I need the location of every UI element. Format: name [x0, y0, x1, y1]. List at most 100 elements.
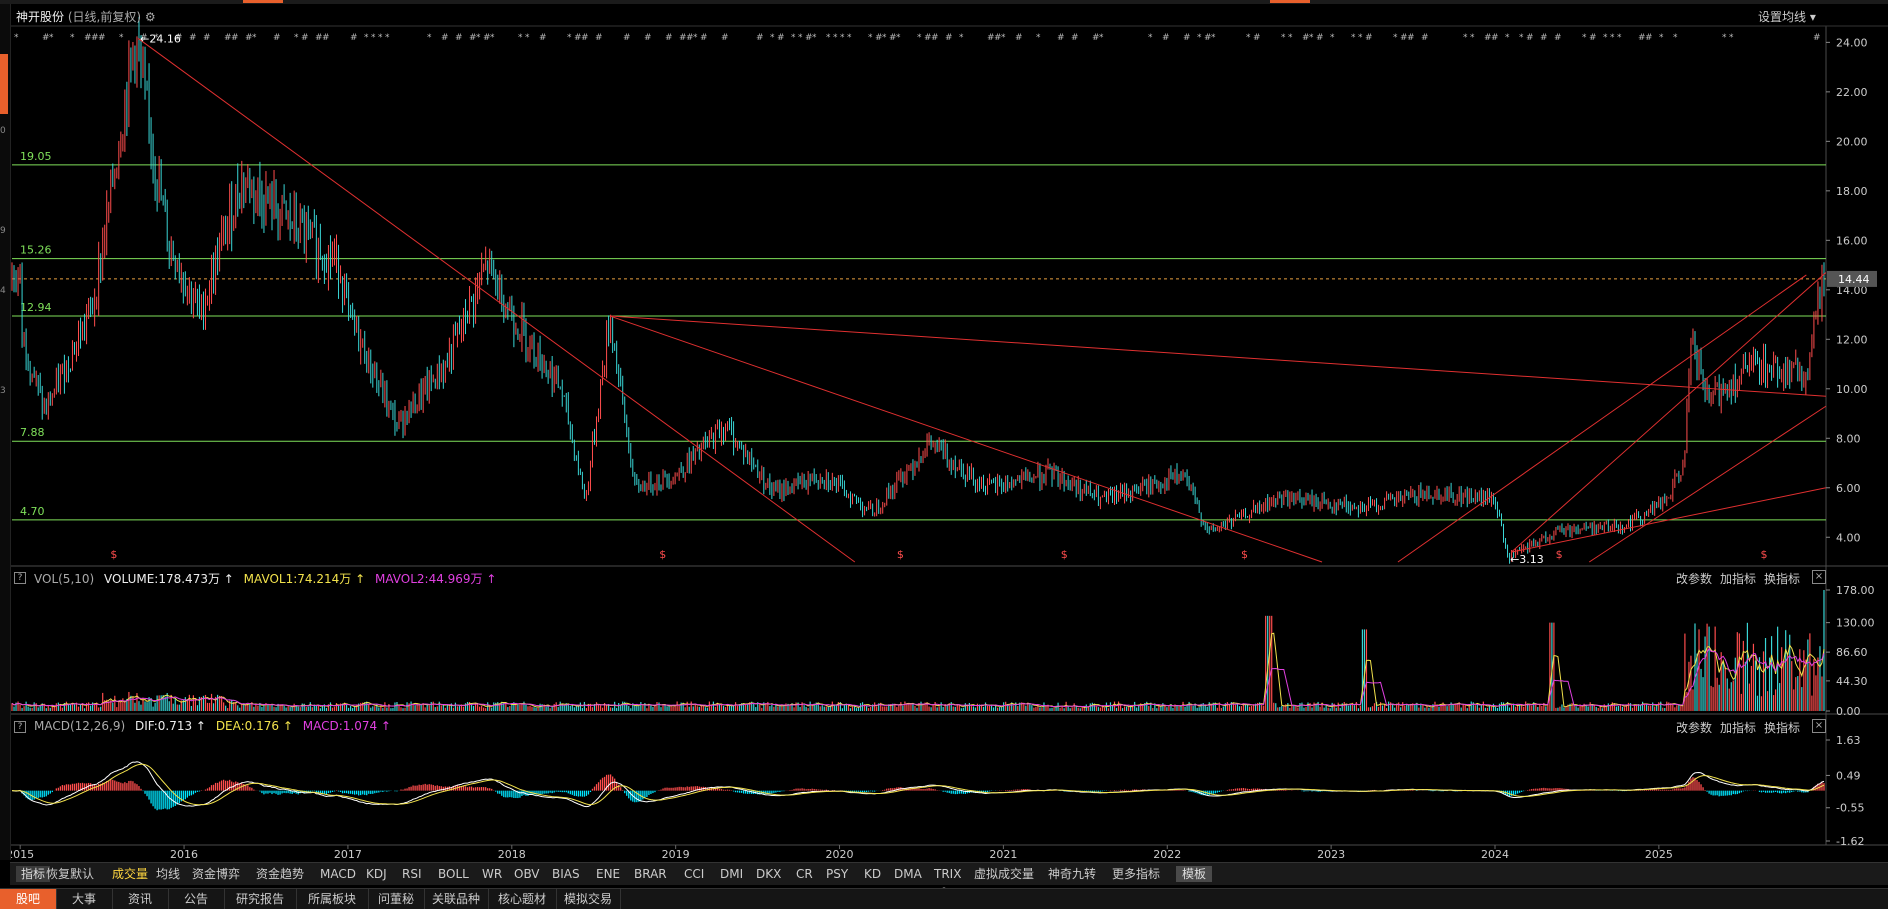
help-icon[interactable]: ?: [14, 721, 26, 733]
indicator-tab[interactable]: DMI: [720, 866, 743, 882]
svg-text:*: *: [833, 33, 838, 43]
macd-dea: DEA:0.176 ↑: [215, 719, 293, 733]
macd-add-indicator-button[interactable]: 加指标: [1720, 719, 1756, 736]
svg-text:*: *: [476, 33, 481, 43]
svg-text:*: *: [959, 33, 964, 43]
svg-text:#: #: [931, 33, 939, 43]
indicator-tab[interactable]: RSI: [402, 866, 422, 882]
vol-switch-indicator-button[interactable]: 换指标: [1764, 570, 1800, 587]
stock-name: 神开股份: [16, 10, 65, 24]
svg-text:*: *: [14, 33, 19, 43]
indicator-tab[interactable]: 均线: [156, 866, 180, 882]
indicator-tab[interactable]: KD: [864, 866, 881, 882]
bottom-tab-bar: 股吧 大事 资讯 公告 研究报告 所属板块 问董秘 关联品种 核心题材 模拟交易: [0, 888, 1888, 909]
indicator-tab[interactable]: CR: [796, 866, 813, 882]
bottom-tab[interactable]: 问董秘: [368, 889, 425, 909]
vol-mavol1: MAVOL1:74.214万 ↑: [243, 572, 366, 586]
set-ma-button[interactable]: 设置均线 ▾: [1758, 8, 1816, 25]
svg-text:#: #: [539, 33, 547, 43]
bottom-tab[interactable]: 模拟交易: [556, 889, 621, 909]
vol-change-params-button[interactable]: 改参数: [1676, 570, 1712, 587]
vol-close-icon[interactable]: ×: [1812, 570, 1826, 584]
indicator-tab[interactable]: MACD: [320, 866, 356, 882]
gear-icon[interactable]: ⚙: [145, 10, 156, 24]
indicator-tab[interactable]: 神奇九转: [1048, 866, 1096, 882]
indicator-tab[interactable]: CCI: [684, 866, 704, 882]
indicator-tab[interactable]: 更多指标: [1112, 866, 1160, 882]
bottom-tab[interactable]: 关联品种: [424, 889, 489, 909]
indicator-tab[interactable]: WR: [482, 866, 502, 882]
macd-switch-indicator-button[interactable]: 换指标: [1764, 719, 1800, 736]
bottom-tab[interactable]: 所属板块: [296, 889, 369, 909]
svg-text:*: *: [1393, 33, 1398, 43]
vol-volume: VOLUME:178.473万 ↑: [104, 572, 234, 586]
volume-bars: [11, 590, 1825, 711]
indicator-tab[interactable]: PSY: [826, 866, 848, 882]
trend-line: [137, 38, 856, 563]
indicator-tab[interactable]: BRAR: [634, 866, 667, 882]
dividend-marker: $: [1760, 548, 1767, 561]
bottom-tab[interactable]: 资讯: [112, 889, 169, 909]
svg-text:#: #: [777, 33, 785, 43]
bottom-tab[interactable]: 大事: [56, 889, 113, 909]
price-tick-label: 20.00: [1836, 135, 1868, 148]
indicator-tab[interactable]: 资金趋势: [256, 866, 304, 882]
indicator-tab[interactable]: KDJ: [366, 866, 387, 882]
svg-text:*: *: [70, 33, 75, 43]
indicator-tab[interactable]: TRIX: [934, 866, 961, 882]
indicator-tab[interactable]: BIAS: [552, 866, 580, 882]
svg-text:*: *: [1463, 33, 1468, 43]
side-tab[interactable]: [0, 54, 8, 114]
kline-chart[interactable]: * # * * # # # * # * # # # # # # * # * # # # # * * * * * # # # * # * * * # * # #…: [0, 0, 1888, 908]
svg-text:*: *: [378, 33, 383, 43]
svg-text:#: #: [1645, 33, 1653, 43]
indicator-tab[interactable]: 虚拟成交量: [974, 866, 1034, 882]
stock-sub: (日线,前复权): [67, 10, 142, 24]
bottom-tab[interactable]: 研究报告: [224, 889, 297, 909]
trend-line: [609, 315, 1323, 563]
svg-text:*: *: [770, 33, 775, 43]
indicator-tab[interactable]: DMA: [894, 866, 922, 882]
help-icon[interactable]: ?: [14, 572, 26, 584]
indicator-tab[interactable]: DKX: [756, 866, 781, 882]
macd-line: [11, 763, 1825, 806]
vol-tick-label: 178.00: [1836, 584, 1875, 597]
svg-text:*: *: [1519, 33, 1524, 43]
svg-text:*: *: [525, 33, 530, 43]
indicator-tab[interactable]: 资金博弈: [192, 866, 240, 882]
bottom-tab[interactable]: 核心题材: [488, 889, 557, 909]
price-tick-label: 16.00: [1836, 234, 1868, 247]
indicator-tab[interactable]: 成交量: [112, 866, 148, 882]
macd-change-params-button[interactable]: 改参数: [1676, 719, 1712, 736]
macd-tick-label: -1.62: [1836, 835, 1864, 848]
indicator-tab[interactable]: 模板: [1176, 866, 1213, 882]
indicator-tab[interactable]: OBV: [514, 866, 540, 882]
vol-add-indicator-button[interactable]: 加指标: [1720, 570, 1756, 587]
macd-close-icon[interactable]: ×: [1812, 719, 1826, 733]
annotation-high: ←24.16: [140, 32, 181, 45]
indicator-tab[interactable]: 指标: [16, 866, 51, 882]
svg-text:#: #: [203, 33, 211, 43]
indicator-tab[interactable]: BOLL: [438, 866, 469, 882]
svg-text:#: #: [700, 33, 708, 43]
svg-text:*: *: [896, 33, 901, 43]
svg-text:*: *: [1281, 33, 1286, 43]
vol-tick-label: 130.00: [1836, 617, 1875, 630]
dividend-marker: $: [897, 548, 904, 561]
bottom-tab[interactable]: 股吧: [0, 889, 57, 909]
year-label: 2021: [989, 848, 1017, 861]
svg-text:*: *: [1659, 33, 1664, 43]
macd-tick-label: 0.49: [1836, 769, 1861, 782]
svg-text:#: #: [1183, 33, 1191, 43]
macd-tick-label: 1.63: [1836, 734, 1861, 747]
svg-text:*: *: [1617, 33, 1622, 43]
indicator-tab[interactable]: 恢复默认: [46, 866, 94, 882]
dividend-marker: $: [110, 548, 117, 561]
price-tick-label: 18.00: [1836, 185, 1868, 198]
bottom-tab[interactable]: 公告: [168, 889, 225, 909]
svg-text:#: #: [1316, 33, 1324, 43]
svg-text:*: *: [252, 33, 257, 43]
indicator-tab[interactable]: ENE: [596, 866, 620, 882]
svg-text:*: *: [1610, 33, 1615, 43]
svg-text:#: #: [721, 33, 729, 43]
